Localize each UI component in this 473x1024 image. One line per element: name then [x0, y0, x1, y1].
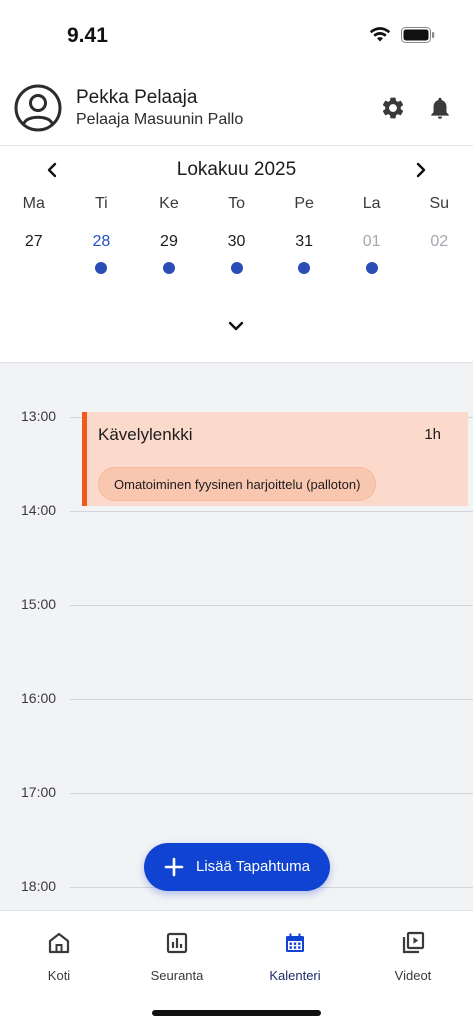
avatar-icon[interactable] [14, 84, 62, 132]
weekday-label: Ti [95, 195, 108, 212]
hour-label: 13:00 [21, 408, 57, 424]
profile-header: Pekka Pelaaja Pelaaja Masuunin Pallo [0, 76, 473, 142]
bell-icon [431, 97, 449, 119]
plus-icon [164, 857, 184, 877]
weekday-label: Ma [22, 195, 45, 212]
date-row: 27 28 29 30 31 01 02 [0, 233, 473, 251]
nav-label: Kalenteri [269, 968, 321, 983]
date-cell[interactable]: 27 [0, 233, 68, 251]
nav-item-koti[interactable]: Koti [0, 911, 118, 1001]
date-cell[interactable]: 29 [135, 233, 203, 251]
status-time: 9.41 [67, 24, 108, 47]
wifi-icon [369, 27, 391, 42]
event-dot [162, 262, 175, 274]
hour-label: 15:00 [21, 596, 57, 612]
weekday-label: Su [429, 195, 450, 212]
hour-line [70, 699, 473, 700]
nav-item-seuranta[interactable]: Seuranta [118, 911, 236, 1001]
dot-slot [0, 262, 68, 274]
day-timeline[interactable]: 13:00 14:00 15:00 16:00 17:00 18:00 Käve… [0, 363, 473, 910]
weekday-label: To [228, 195, 245, 212]
hour-label: 18:00 [21, 878, 57, 894]
dot-slot [135, 262, 203, 274]
bottom-navigation: Koti Seuranta Kalenteri Videot [0, 910, 473, 1024]
hour-line [70, 511, 473, 512]
header-divider [0, 145, 473, 146]
nav-label: Seuranta [150, 968, 204, 983]
user-name: Pekka Pelaaja [76, 87, 198, 108]
event-dot [365, 262, 378, 274]
date-cell[interactable]: 02 [405, 233, 473, 251]
bar-chart-icon [166, 932, 188, 954]
dot-slot [405, 262, 473, 274]
dot-slot [68, 262, 136, 274]
notifications-button[interactable] [426, 94, 454, 122]
calendar-icon [286, 933, 304, 952]
home-indicator[interactable] [152, 1010, 321, 1016]
dot-slot [338, 262, 406, 274]
nav-label: Videot [394, 968, 432, 983]
gear-icon [382, 97, 404, 119]
status-bar: 9.41 [0, 0, 473, 72]
month-label: Lokakuu 2025 [176, 159, 297, 180]
video-library-icon [402, 931, 425, 954]
weekday-label: La [362, 195, 381, 212]
nav-item-videot[interactable]: Videot [354, 911, 472, 1001]
hour-label: 17:00 [21, 784, 57, 800]
dot-slot [270, 262, 338, 274]
event-dot [95, 262, 108, 274]
chevron-down-icon [228, 321, 244, 331]
event-dot [230, 262, 243, 274]
nav-label: Koti [47, 968, 71, 983]
add-event-button[interactable]: Lisää Tapahtuma [144, 843, 330, 891]
date-cell[interactable]: 30 [203, 233, 271, 251]
status-icons [369, 27, 435, 43]
chevron-right-icon [416, 162, 426, 178]
weekday-label: Pe [294, 195, 314, 212]
date-cell[interactable]: 01 [338, 233, 406, 251]
hour-label: 14:00 [21, 502, 57, 518]
settings-button[interactable] [379, 94, 407, 122]
event-card[interactable]: Kävelylenkki 1h Omatoiminen fyysinen har… [82, 412, 468, 506]
event-indicator-row [0, 262, 473, 274]
home-icon [48, 932, 70, 954]
event-dot [298, 262, 311, 274]
user-team-role: Pelaaja Masuunin Pallo [76, 111, 244, 128]
add-event-label: Lisää Tapahtuma [196, 858, 310, 875]
date-cell[interactable]: 28 [68, 233, 136, 251]
nav-item-kalenteri[interactable]: Kalenteri [236, 911, 354, 1001]
expand-calendar-button[interactable] [224, 315, 248, 337]
battery-icon [401, 27, 435, 43]
hour-line [70, 793, 473, 794]
month-navigation: Lokakuu 2025 [0, 156, 473, 184]
event-duration: 1h [424, 426, 441, 443]
weekday-row: Ma Ti Ke To Pe La Su [0, 195, 473, 213]
weekday-label: Ke [159, 195, 179, 212]
event-category-tag: Omatoiminen fyysinen harjoittelu (pallot… [98, 467, 377, 501]
hour-label: 16:00 [21, 690, 57, 706]
next-month-button[interactable] [407, 156, 435, 184]
dot-slot [203, 262, 271, 274]
date-cell[interactable]: 31 [270, 233, 338, 251]
hour-line [70, 605, 473, 606]
event-title: Kävelylenkki [98, 425, 193, 444]
